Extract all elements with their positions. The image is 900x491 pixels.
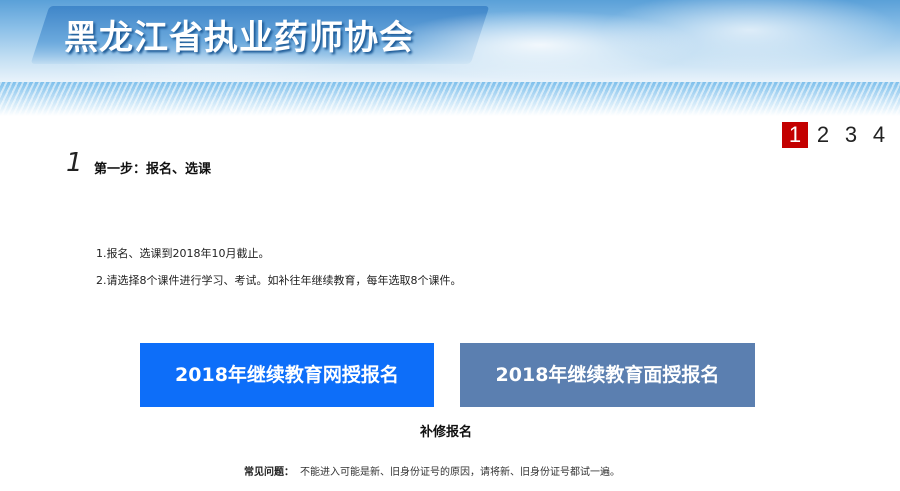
step-title: 第一步：报名、选课 bbox=[94, 162, 212, 177]
online-registration-button[interactable]: 2018年继续教育网授报名 bbox=[140, 343, 434, 407]
makeup-registration-link[interactable]: 补修报名 bbox=[420, 421, 472, 440]
instruction-item: 1.报名、选课到2018年10月截止。 bbox=[96, 247, 270, 260]
faq-label: 常见问题： bbox=[244, 467, 294, 478]
face-to-face-registration-button[interactable]: 2018年继续教育面授报名 bbox=[460, 343, 755, 407]
header-banner: 黑龙江省执业药师协会 bbox=[0, 0, 900, 82]
step-number: 1 bbox=[66, 148, 83, 178]
faq-note: 常见问题： 不能进入可能是新、旧身份证号的原因，请将新、旧身份证号都试一遍。 bbox=[244, 463, 620, 478]
instruction-item: 2.请选择8个课件进行学习、考试。如补往年继续教育，每年选取8个课件。 bbox=[96, 274, 462, 287]
step-1[interactable]: 1 bbox=[782, 122, 808, 148]
faq-text: 不能进入可能是新、旧身份证号的原因，请将新、旧身份证号都试一遍。 bbox=[300, 467, 620, 478]
site-title: 黑龙江省执业药师协会 bbox=[64, 18, 414, 58]
step-2[interactable]: 2 bbox=[810, 122, 836, 148]
step-4[interactable]: 4 bbox=[866, 122, 892, 148]
step-3[interactable]: 3 bbox=[838, 122, 864, 148]
instructions: 1.报名、选课到2018年10月截止。 2.请选择8个课件进行学习、考试。如补往… bbox=[96, 240, 462, 294]
step-indicator: 1 2 3 4 bbox=[782, 122, 892, 148]
header-stripe bbox=[0, 82, 900, 116]
